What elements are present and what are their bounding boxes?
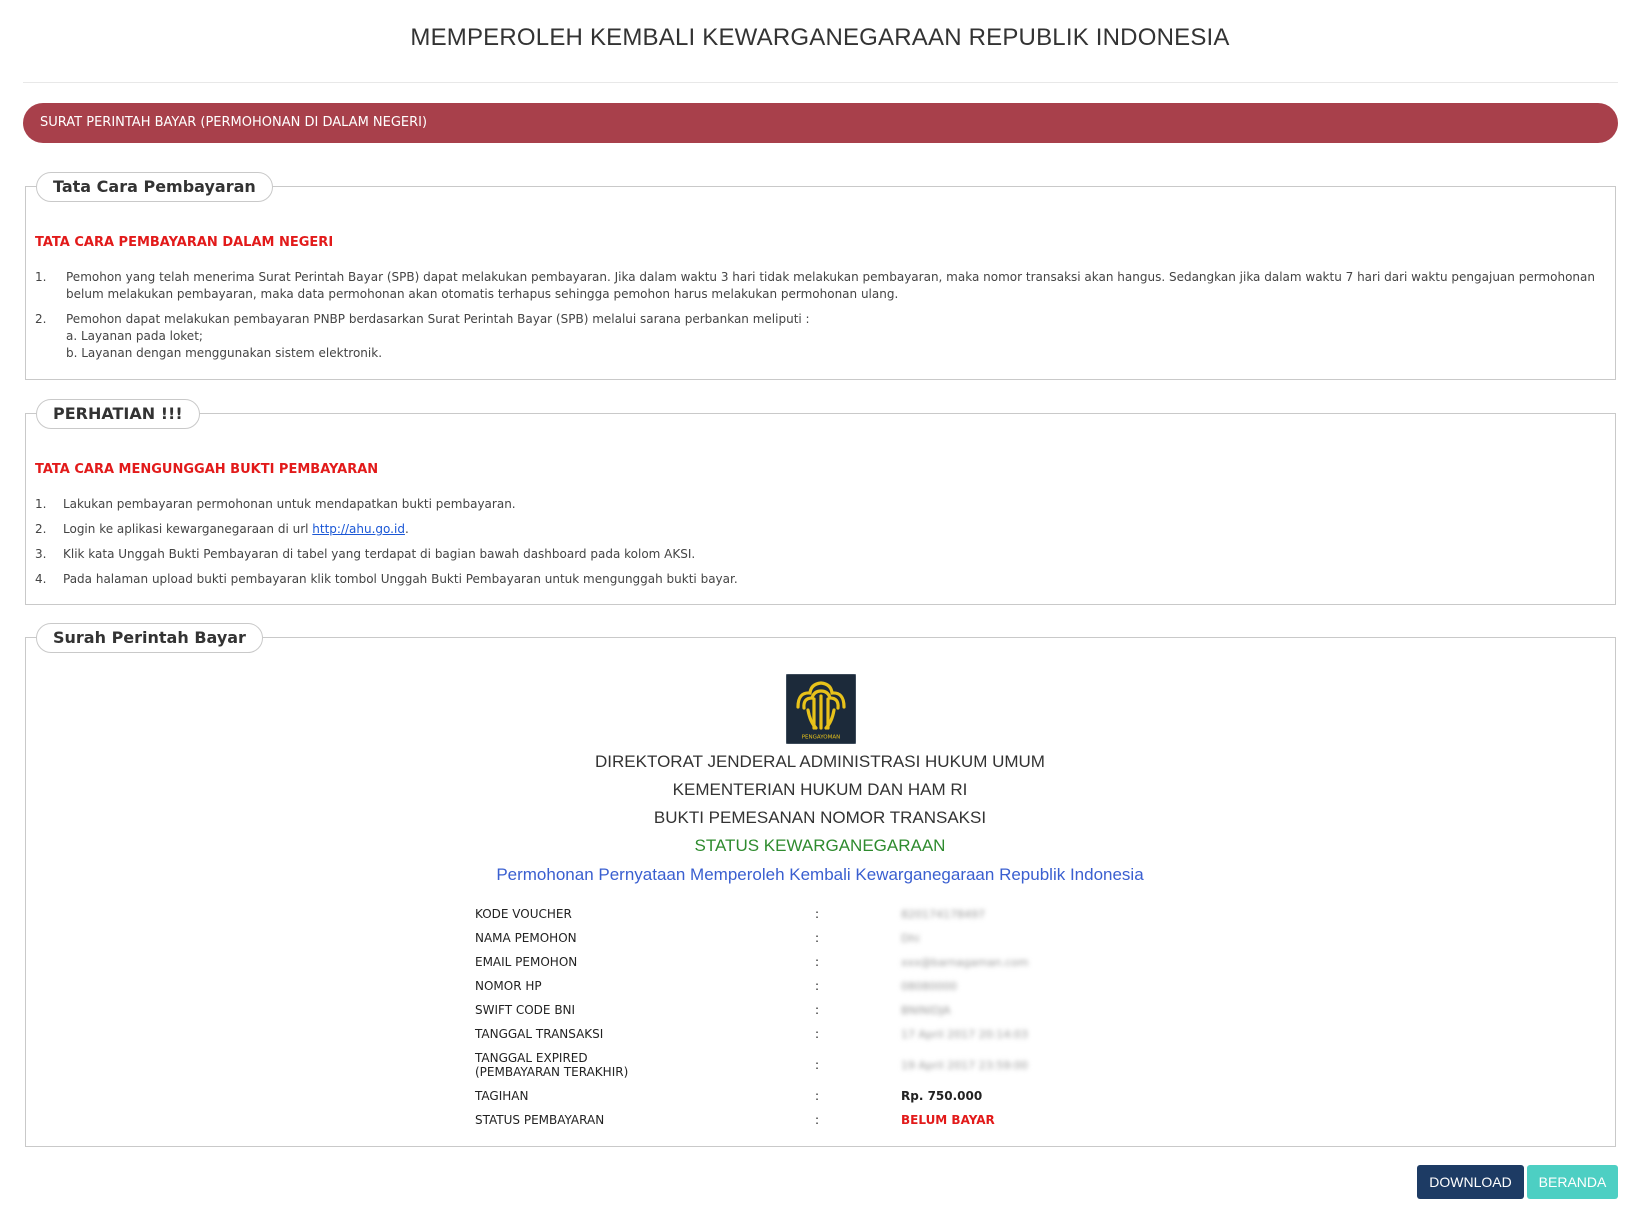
row-label-line: (PEMBAYARAN TERAKHIR) — [475, 1065, 629, 1079]
row-label: NAMA PEMOHON — [475, 931, 577, 945]
row-separator: : — [815, 1003, 820, 1017]
row-label: NOMOR HP — [475, 979, 542, 993]
tata-cara-pembayaran-panel: Tata Cara Pembayaran TATA CARA PEMBAYARA… — [25, 172, 1616, 380]
list-number: 1. — [35, 497, 47, 511]
table-row: SWIFT CODE BNI : BNINIDJA — [475, 998, 1028, 1022]
row-label: EMAIL PEMOHON — [475, 955, 578, 969]
row-value: 08080000 — [901, 974, 1028, 998]
payment-info-table: KODE VOUCHER : 820174178497 NAMA PEMOHON… — [475, 902, 1028, 1132]
list-number: 2. — [35, 312, 47, 326]
list-text: Pada halaman upload bukti pembayaran kli… — [63, 572, 738, 586]
download-button[interactable]: DOWNLOAD — [1417, 1165, 1524, 1199]
row-value: 820174178497 — [901, 902, 1028, 926]
redacted-value: Dhi — [901, 932, 920, 945]
list-number: 3. — [35, 547, 47, 561]
table-row: TANGGAL EXPIRED (PEMBAYARAN TERAKHIR) : … — [475, 1046, 1028, 1084]
row-value: 19 April 2017 23:59:00 — [901, 1046, 1028, 1084]
logo-caption: PENGAYOMAN — [802, 735, 841, 741]
row-separator: : — [815, 979, 820, 993]
list-item: 2. Pemohon dapat melakukan pembayaran PN… — [35, 311, 1609, 362]
list-subitem: a. Layanan pada loket; — [66, 329, 203, 343]
perhatian-list: 1. Lakukan pembayaran permohonan untuk m… — [35, 496, 1609, 596]
issuer-line-2: KEMENTERIAN HUKUM DAN HAM RI — [672, 780, 968, 799]
beranda-button[interactable]: BERANDA — [1527, 1165, 1618, 1199]
row-separator: : — [815, 1113, 820, 1127]
list-item: 3. Klik kata Unggah Bukti Pembayaran di … — [35, 546, 1609, 563]
list-item: 2. Login ke aplikasi kewarganegaraan di … — [35, 521, 1609, 538]
tagihan-value: Rp. 750.000 — [901, 1089, 983, 1103]
row-label-line: TANGGAL EXPIRED — [475, 1051, 588, 1065]
table-row: EMAIL PEMOHON : xxx@barnagaman.com — [475, 950, 1028, 974]
row-label: STATUS PEMBAYARAN — [475, 1113, 605, 1127]
issuer-line-1: DIREKTORAT JENDERAL ADMINISTRASI HUKUM U… — [595, 752, 1045, 771]
table-row: STATUS PEMBAYARAN : BELUM BAYAR — [475, 1108, 1028, 1132]
list-item: 1. Lakukan pembayaran permohonan untuk m… — [35, 496, 1609, 513]
row-separator: : — [815, 1089, 820, 1103]
row-separator: : — [815, 1058, 820, 1072]
list-number: 1. — [35, 270, 47, 284]
table-row: TANGGAL TRANSAKSI : 17 April 2017 20:14:… — [475, 1022, 1028, 1046]
row-separator: : — [815, 955, 820, 969]
list-text: Klik kata Unggah Bukti Pembayaran di tab… — [63, 547, 696, 561]
ahu-link[interactable]: http://ahu.go.id — [312, 522, 405, 536]
tata-cara-legend: Tata Cara Pembayaran — [36, 172, 273, 202]
table-row: KODE VOUCHER : 820174178497 — [475, 902, 1028, 926]
row-value: Dhi — [901, 926, 1028, 950]
section-header-bar: SURAT PERINTAH BAYAR (PERMOHONAN DI DALA… — [23, 103, 1618, 143]
table-row: TAGIHAN : Rp. 750.000 — [475, 1084, 1028, 1108]
list-item: 4. Pada halaman upload bukti pembayaran … — [35, 571, 1609, 588]
redacted-value: 17 April 2017 20:14:03 — [901, 1028, 1029, 1041]
row-value: 17 April 2017 20:14:03 — [901, 1022, 1028, 1046]
list-text: Login ke aplikasi kewarganegaraan di url — [63, 522, 313, 536]
row-label: SWIFT CODE BNI — [475, 1003, 576, 1017]
redacted-value: 08080000 — [901, 980, 957, 993]
list-text: Pemohon dapat melakukan pembayaran PNBP … — [66, 312, 810, 326]
row-separator: : — [815, 931, 820, 945]
status-pembayaran-value: BELUM BAYAR — [901, 1113, 995, 1127]
redacted-value: 19 April 2017 23:59:00 — [901, 1059, 1029, 1072]
list-item: 1. Pemohon yang telah menerima Surat Per… — [35, 269, 1609, 303]
row-label: KODE VOUCHER — [475, 907, 572, 921]
page-title: MEMPEROLEH KEMBALI KEWARGANEGARAAN REPUB… — [410, 24, 1230, 51]
spb-legend: Surah Perintah Bayar — [36, 623, 263, 653]
list-text: Lakukan pembayaran permohonan untuk mend… — [63, 497, 516, 511]
row-value: xxx@barnagaman.com — [901, 950, 1028, 974]
row-value: Rp. 750.000 — [901, 1084, 1028, 1108]
tata-cara-heading: TATA CARA PEMBAYARAN DALAM NEGERI — [35, 235, 334, 250]
list-number: 2. — [35, 522, 47, 536]
row-value: BELUM BAYAR — [901, 1108, 1028, 1132]
list-text: Pemohon yang telah menerima Surat Perint… — [66, 270, 1595, 301]
table-row: NOMOR HP : 08080000 — [475, 974, 1028, 998]
list-number: 4. — [35, 572, 47, 586]
row-separator: : — [815, 1027, 820, 1041]
row-label: TANGGAL TRANSAKSI — [475, 1027, 604, 1041]
redacted-value: xxx@barnagaman.com — [901, 956, 1029, 969]
row-separator: : — [815, 907, 820, 921]
perhatian-legend: PERHATIAN !!! — [36, 399, 200, 429]
redacted-value: 820174178497 — [901, 908, 985, 921]
redacted-value: BNINIDJA — [901, 1004, 951, 1017]
application-subtitle: Permohonan Pernyataan Memperoleh Kembali… — [496, 865, 1144, 884]
pengayoman-logo: PENGAYOMAN — [786, 674, 856, 744]
row-label: TANGGAL EXPIRED (PEMBAYARAN TERAKHIR) — [475, 1046, 815, 1084]
list-subitem: b. Layanan dengan menggunakan sistem ele… — [66, 346, 383, 360]
title-divider — [23, 82, 1618, 83]
row-label: TAGIHAN — [475, 1089, 529, 1103]
table-row: NAMA PEMOHON : Dhi — [475, 926, 1028, 950]
issuer-line-3: BUKTI PEMESANAN NOMOR TRANSAKSI — [653, 808, 987, 827]
perhatian-panel: PERHATIAN !!! TATA CARA MENGUNGGAH BUKTI… — [25, 399, 1616, 605]
perhatian-heading: TATA CARA MENGUNGGAH BUKTI PEMBAYARAN — [35, 462, 379, 477]
status-title: STATUS KEWARGANEGARAAN — [694, 836, 946, 855]
tata-cara-list: 1. Pemohon yang telah menerima Surat Per… — [35, 269, 1609, 370]
row-value: BNINIDJA — [901, 998, 1028, 1022]
list-text: . — [404, 522, 409, 536]
